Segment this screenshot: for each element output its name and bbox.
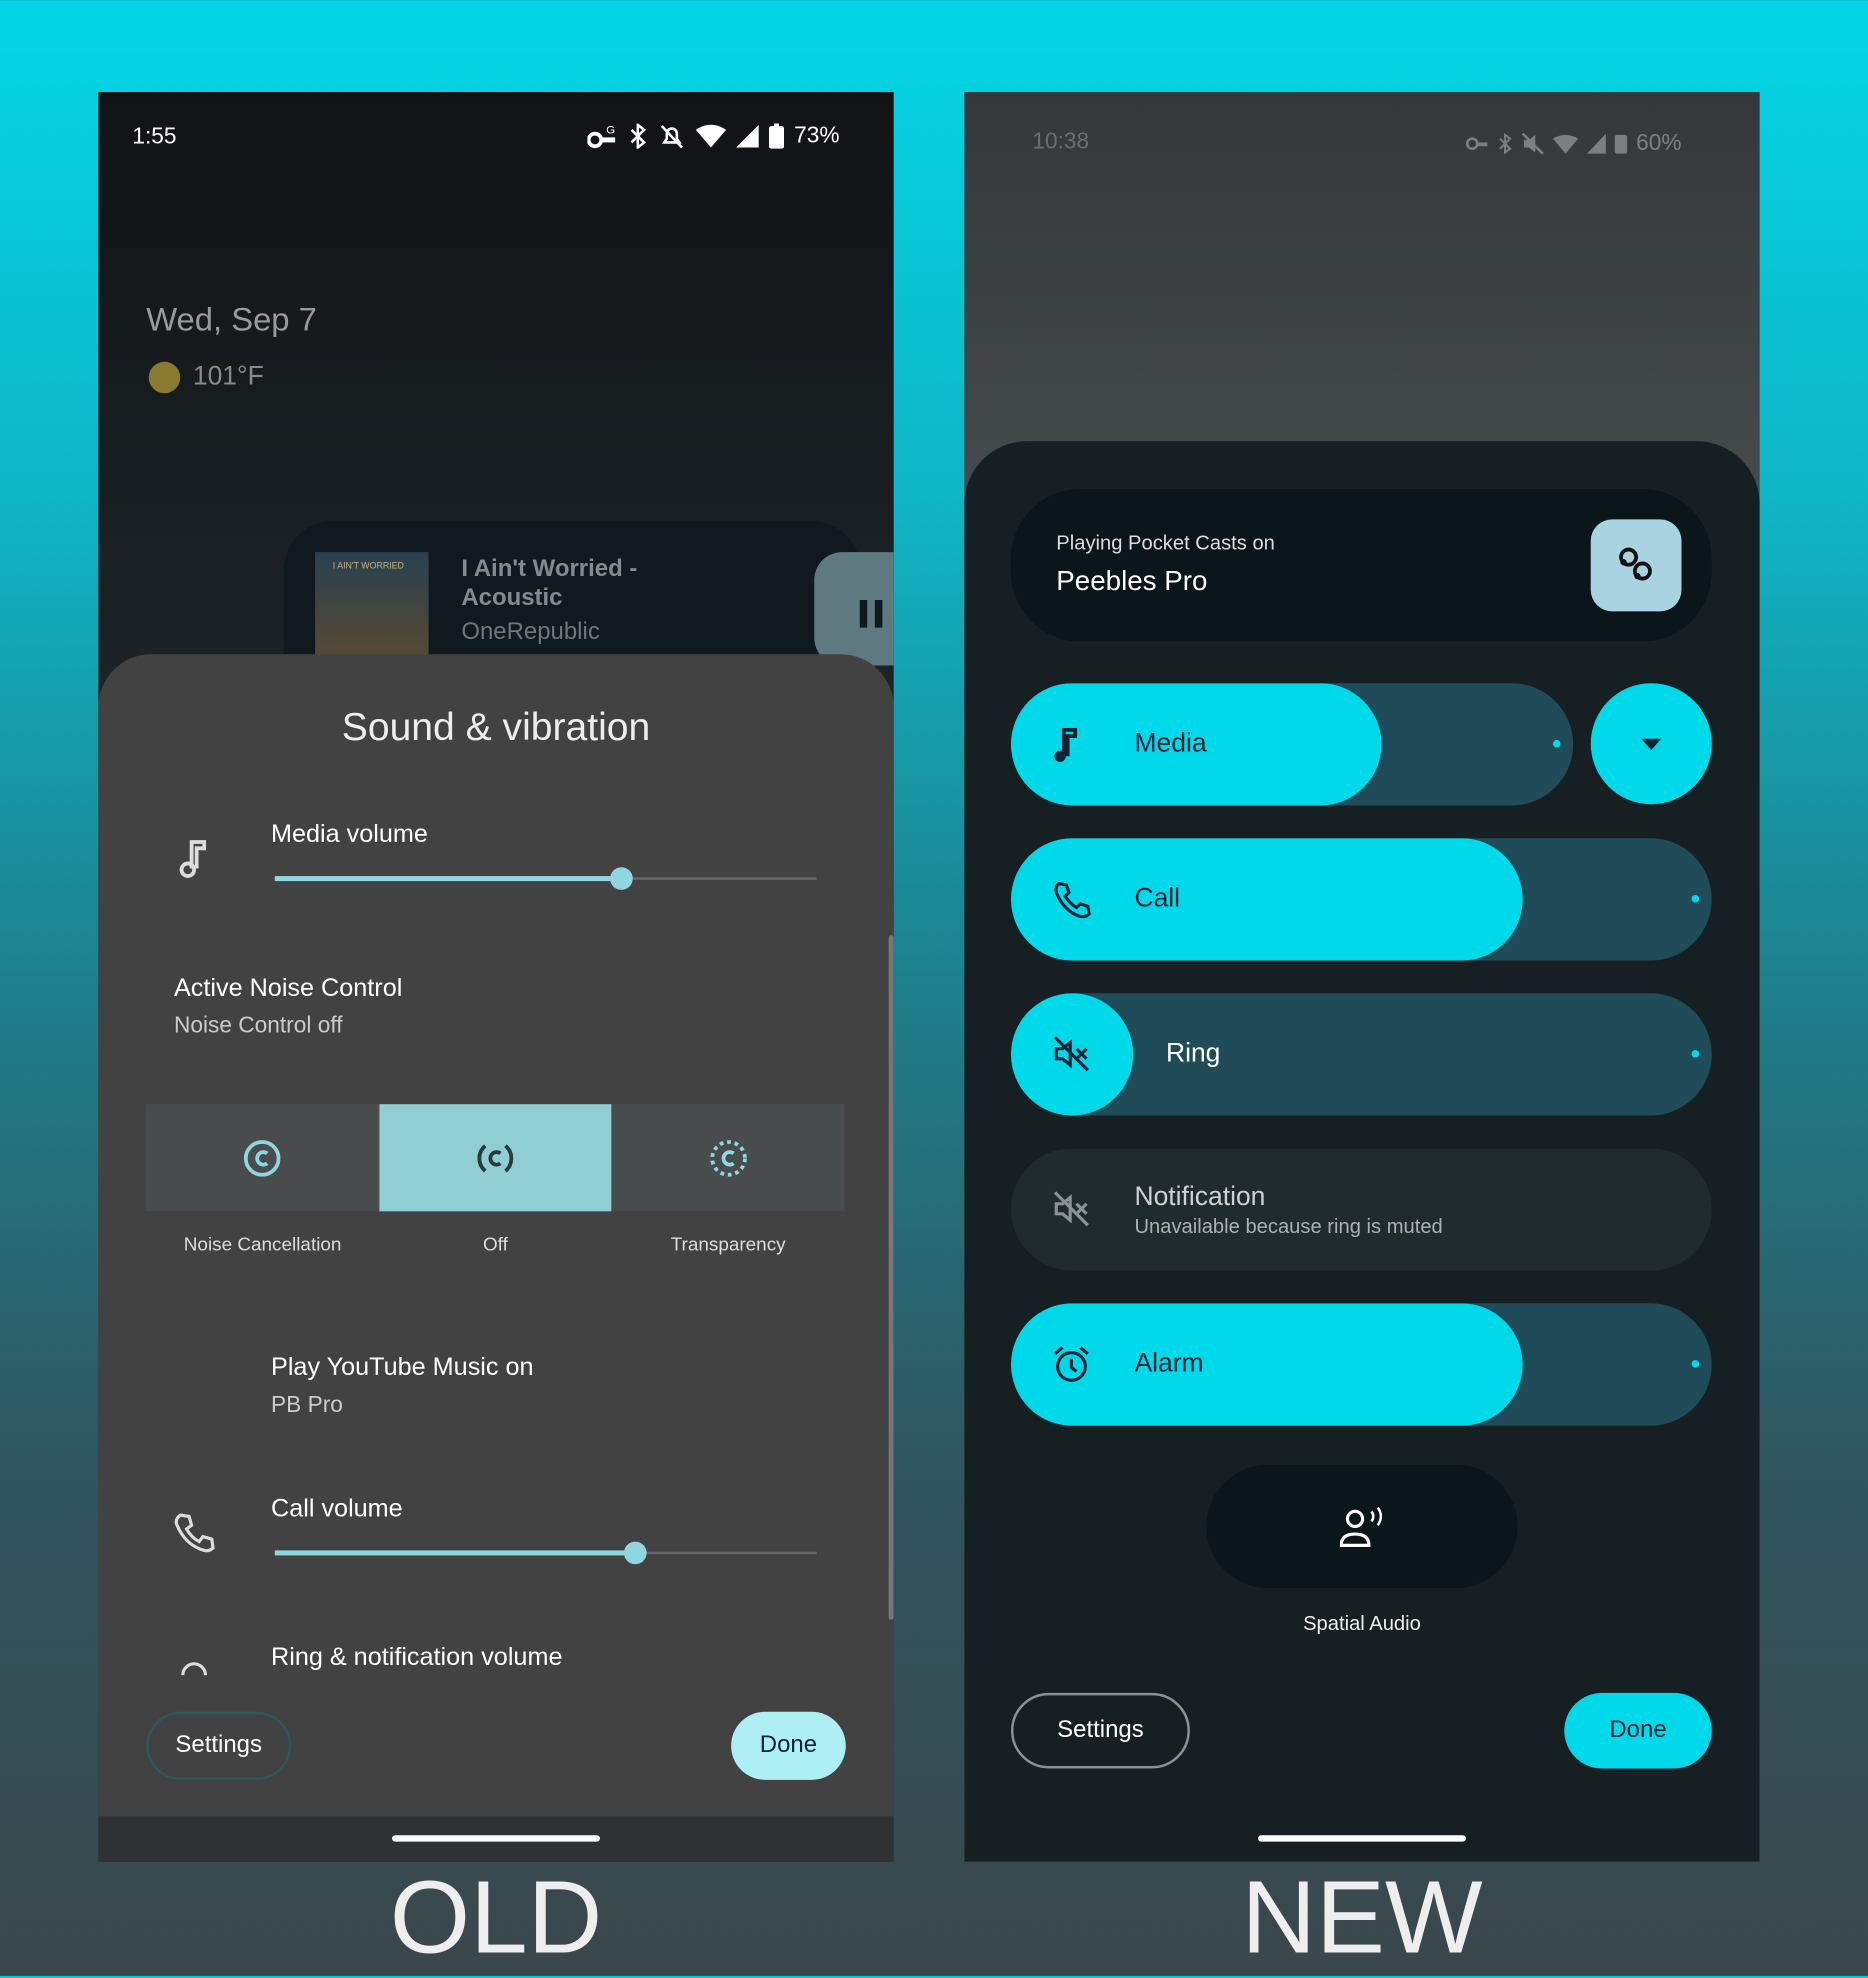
pause-button[interactable]	[814, 552, 894, 666]
battery-percent: 60%	[1636, 129, 1682, 156]
volume-off-icon	[1521, 132, 1544, 155]
ring-volume-label: Ring & notification volume	[271, 1643, 563, 1672]
sun-icon	[148, 361, 181, 394]
slider-fill	[274, 1550, 636, 1556]
pause-icon	[859, 599, 885, 628]
settings-button[interactable]: Settings	[1010, 1692, 1190, 1769]
album-art: I AIN'T WORRIED	[315, 552, 429, 666]
bluetooth-icon	[628, 122, 648, 149]
anc-label: Noise Cancellation	[183, 1234, 342, 1256]
battery-icon	[1614, 132, 1628, 154]
slider-label: Alarm	[1134, 1348, 1204, 1378]
notification-muted-icon	[1051, 1189, 1091, 1229]
cast-device: Peebles Pro	[1056, 564, 1208, 597]
call-volume-label: Call volume	[271, 1494, 403, 1523]
slider-label: Notification	[1134, 1182, 1266, 1212]
battery-icon	[768, 122, 785, 149]
weather-temperature: 101°F	[192, 361, 264, 391]
slider-thumb[interactable]	[610, 867, 634, 890]
spatial-audio-label: Spatial Audio	[1303, 1613, 1421, 1635]
slider-end-dot	[1691, 1049, 1700, 1058]
volume-slider-call[interactable]: Call	[1010, 838, 1712, 961]
cast-card[interactable]: Playing Pocket Casts on Peebles Pro	[1010, 489, 1712, 642]
media-volume-label: Media volume	[271, 820, 428, 849]
media-title: I Ain't Worried - Acoustic	[461, 555, 638, 612]
anc-subtitle: Noise Control off	[173, 1012, 343, 1038]
old-phone-screen: 1:55 G 73% Wed, Sep 7 101°F I AIN'T WORR…	[98, 92, 894, 1862]
noise-cancellation-icon	[242, 1138, 282, 1178]
sound-sheet: Sound & vibration Media volume Active No…	[98, 654, 894, 1817]
status-time: 10:38	[1032, 128, 1090, 154]
done-button[interactable]: Done	[1564, 1692, 1712, 1769]
transparency-icon	[708, 1138, 748, 1178]
signal-icon	[1586, 132, 1606, 154]
spatial-audio-icon	[1339, 1505, 1385, 1548]
music-note-icon	[179, 838, 209, 878]
album-art-text: I AIN'T WORRIED	[332, 562, 404, 572]
music-note-icon	[1051, 724, 1091, 764]
media-artist: OneRepublic	[461, 618, 600, 646]
svg-text:G: G	[606, 124, 615, 136]
slider-subtitle: Unavailable because ring is muted	[1134, 1216, 1443, 1238]
slider-label: Ring	[1165, 1038, 1221, 1068]
bluetooth-icon	[1497, 132, 1512, 155]
slider-end-dot	[1691, 1360, 1700, 1368]
ring-muted-icon	[1051, 1034, 1091, 1074]
anc-label: Off	[482, 1234, 508, 1256]
old-label: OLD	[389, 1860, 603, 1976]
vpn-key-icon: G	[587, 123, 617, 148]
sheet-title: Sound & vibration	[341, 704, 651, 749]
wifi-icon	[695, 123, 727, 148]
media-volume-slider[interactable]	[274, 866, 817, 891]
settings-button[interactable]: Settings	[146, 1711, 292, 1780]
new-label: NEW	[1241, 1860, 1483, 1976]
earbuds-icon	[1616, 545, 1659, 588]
bell-off-icon	[658, 123, 686, 148]
expand-button[interactable]	[1590, 683, 1712, 805]
status-time: 1:55	[132, 123, 177, 149]
chevron-down-icon	[1641, 738, 1662, 750]
done-button[interactable]: Done	[731, 1711, 846, 1780]
phone-icon	[173, 1511, 216, 1554]
signal-icon	[736, 123, 759, 148]
volume-panel: Playing Pocket Casts on Peebles Pro Medi…	[964, 441, 1760, 1862]
spatial-audio-button[interactable]	[1206, 1464, 1518, 1589]
home-indicator[interactable]	[392, 1835, 600, 1842]
slider-label: Call	[1134, 883, 1181, 913]
slider-label: Media	[1134, 728, 1207, 758]
cast-subtitle: Playing Pocket Casts on	[1056, 533, 1275, 555]
volume-slider-ring[interactable]: Ring	[1010, 993, 1712, 1116]
slider-fill	[274, 876, 622, 882]
volume-slider-alarm[interactable]: Alarm	[1010, 1303, 1712, 1426]
phone-icon	[1051, 879, 1091, 919]
anc-option-transparency[interactable]	[612, 1104, 845, 1211]
anc-title: Active Noise Control	[173, 974, 403, 1003]
battery-percent: 73%	[794, 122, 840, 148]
alarm-icon	[1051, 1344, 1091, 1384]
anc-off-icon	[475, 1138, 515, 1178]
ring-volume-icon	[180, 1660, 208, 1676]
new-phone-screen: 10:38 60% Playing Pocket Casts on Peeble…	[964, 92, 1760, 1862]
slider-end-dot	[1691, 894, 1700, 903]
anc-option-off[interactable]	[378, 1104, 612, 1212]
wifi-icon	[1552, 133, 1579, 154]
output-device: PB Pro	[271, 1391, 343, 1417]
lockscreen-date: Wed, Sep 7	[146, 299, 317, 338]
call-volume-slider[interactable]	[274, 1540, 817, 1565]
anc-option-noise-cancellation[interactable]	[146, 1104, 379, 1211]
status-icons: 60%	[1465, 129, 1682, 156]
output-title[interactable]: Play YouTube Music on	[271, 1354, 534, 1383]
output-switcher-button[interactable]	[1590, 519, 1682, 612]
status-icons: G 73%	[587, 122, 840, 149]
anc-label: Transparency	[670, 1234, 786, 1256]
scrollbar[interactable]	[888, 935, 894, 1620]
volume-slider-media[interactable]: Media	[1010, 683, 1574, 806]
vpn-key-icon	[1465, 134, 1489, 152]
slider-thumb[interactable]	[623, 1541, 647, 1565]
volume-slider-notification: Notification Unavailable because ring is …	[1010, 1148, 1712, 1271]
slider-end-dot	[1552, 739, 1561, 748]
anc-segmented-control	[146, 1104, 845, 1212]
home-indicator[interactable]	[1257, 1835, 1466, 1842]
anc-labels: Noise Cancellation Off Transparency	[146, 1234, 844, 1255]
